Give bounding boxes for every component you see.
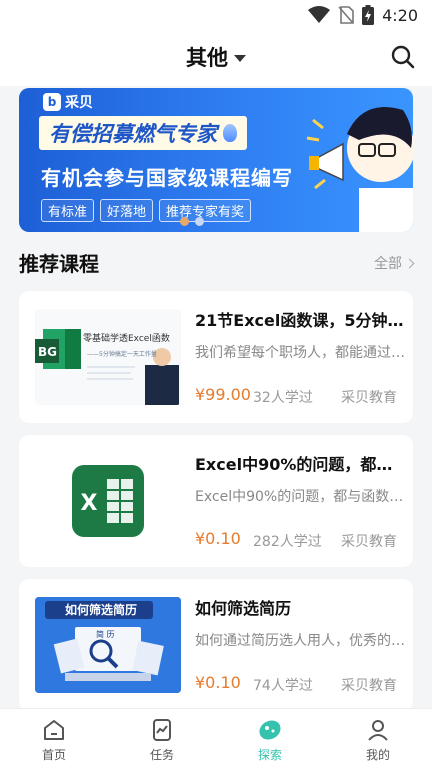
cover-title: 如何筛选简历 [65, 603, 138, 617]
profile-icon [368, 720, 388, 741]
course-thumbnail: 如何筛选简历 简 历 [35, 597, 181, 693]
cover-badge: BG [38, 345, 57, 359]
banner-tag: 有标准 [41, 199, 95, 222]
course-card[interactable]: X Excel中90%的问题，都与函数有关 Excel中90%的问题，都与函数有… [19, 435, 413, 567]
course-provider: 采贝教育 [341, 534, 397, 550]
tab-label: 任务 [149, 748, 174, 762]
course-title: 21节Excel函数课，5分钟搞定一天工作量 [195, 311, 405, 330]
excel-logo-icon: X [72, 465, 144, 537]
banner-tags: 有标准 好落地 推荐专家有奖 [41, 199, 252, 222]
battery-icon [362, 5, 375, 25]
cover-title: 零基础学透Excel函数 [83, 334, 170, 344]
banner-tag: 推荐专家有奖 [159, 199, 252, 222]
svg-text:X: X [81, 491, 98, 516]
course-card[interactable]: 如何筛选简历 简 历 如何筛选简历 如何通过简历选人用人，优秀的简历筛选 ¥0.… [19, 579, 413, 711]
tab-label: 我的 [365, 748, 390, 762]
banner-headline: 有偿招募燃气专家 [49, 122, 217, 146]
carousel-indicator[interactable] [180, 217, 204, 226]
search-icon[interactable] [390, 44, 416, 70]
course-card[interactable]: BG 零基础学透Excel函数 ——5分钟搞定一天工作量 21节Excel函数课… [19, 291, 413, 423]
course-learners: 74人学过 [253, 678, 313, 694]
course-description: Excel中90%的问题，都与函数有关 [195, 489, 405, 505]
tab-explore[interactable]: 探索 [216, 709, 324, 768]
course-description: 如何通过简历选人用人，优秀的简历筛选 [195, 633, 405, 649]
status-bar: 4:20 [0, 0, 432, 30]
cover-screen-label: 简 历 [96, 630, 115, 639]
course-learners: 32人学过 [253, 390, 313, 406]
course-provider: 采贝教育 [341, 390, 397, 406]
recommended-section-header: 推荐课程 全部 [19, 248, 415, 276]
promo-banner[interactable]: b 采贝 有偿招募燃气专家 有机会参与国家级课程编写 有标准 好落地 推荐专家有… [19, 88, 413, 232]
section-title: 推荐课程 [19, 252, 99, 276]
home-icon [44, 720, 64, 740]
carousel-dot[interactable] [195, 217, 204, 226]
see-all-label: 全部 [374, 256, 402, 272]
tab-label: 探索 [257, 748, 282, 762]
caret-down-icon [234, 54, 246, 62]
course-thumbnail: X [35, 453, 181, 549]
wifi-icon [308, 6, 331, 23]
cover-subtitle: ——5分钟搞定一天工作量 [87, 351, 157, 358]
brand-name: 采贝 [65, 95, 93, 111]
tab-home[interactable]: 首页 [0, 709, 108, 768]
course-provider: 采贝教育 [341, 678, 397, 694]
banner-subline: 有机会参与国家级课程编写 [41, 166, 293, 190]
chevron-right-icon [404, 258, 415, 268]
explore-icon [259, 720, 281, 740]
status-time: 4:20 [382, 5, 418, 25]
tab-task[interactable]: 任务 [108, 709, 216, 768]
page-title: 其他 [186, 46, 228, 70]
carousel-dot-active[interactable] [180, 217, 189, 226]
banner-headline-box: 有偿招募燃气专家 [39, 116, 247, 150]
no-sim-icon [338, 6, 354, 24]
course-price: ¥99.00 [195, 385, 251, 404]
bottom-tab-bar: 首页 任务 探索 我的 [0, 708, 432, 768]
course-price: ¥0.10 [195, 673, 241, 692]
banner-brand: b 采贝 [43, 92, 93, 112]
course-price: ¥0.10 [195, 529, 241, 548]
banner-tag: 好落地 [100, 199, 154, 222]
task-icon [153, 719, 171, 741]
course-description: 我们希望每个职场人，都能通过学习提升效率 [195, 345, 405, 361]
course-learners: 282人学过 [253, 534, 322, 550]
category-dropdown[interactable]: 其他 [0, 42, 432, 72]
course-title: 如何筛选简历 [195, 599, 292, 618]
tab-profile[interactable]: 我的 [324, 709, 432, 768]
tab-label: 首页 [41, 748, 66, 762]
course-title: Excel中90%的问题，都与函数有关 [195, 455, 405, 474]
flame-icon [223, 124, 237, 142]
see-all-link[interactable]: 全部 [374, 253, 415, 273]
top-bar: 其他 [0, 30, 432, 86]
megaphone-character-illustration [306, 107, 413, 232]
brand-logo-icon: b [43, 93, 61, 111]
course-thumbnail: BG 零基础学透Excel函数 ——5分钟搞定一天工作量 [35, 309, 181, 405]
